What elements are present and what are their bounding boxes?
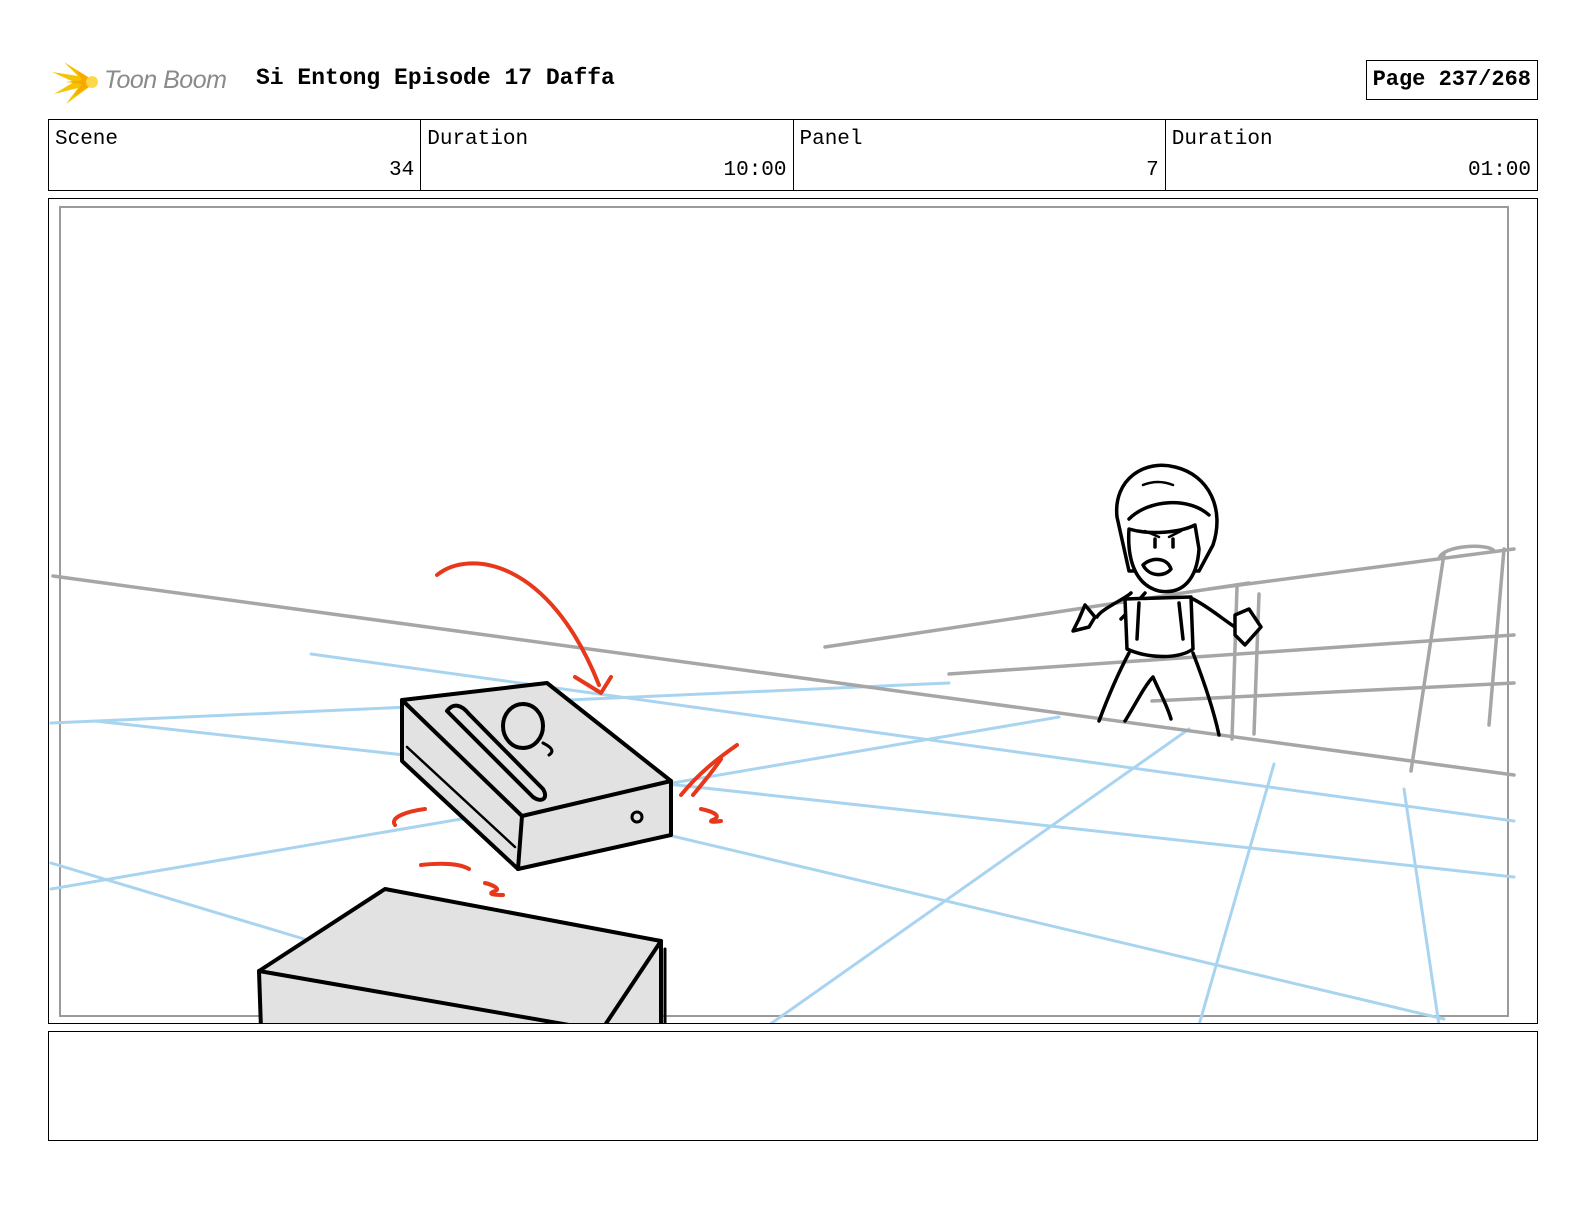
panel-value: 7 [1146, 159, 1159, 182]
toon-boom-logo: Toon Boom [50, 56, 240, 108]
panel-duration-cell: Duration 01:00 [1166, 120, 1537, 190]
scene-value: 34 [389, 159, 415, 182]
falling-box [400, 681, 673, 871]
panel-duration-value: 01:00 [1467, 159, 1531, 182]
panel-notes [48, 1031, 1538, 1141]
logo-text: Toon Boom [104, 66, 227, 94]
scene-cell: Scene 34 [49, 120, 422, 190]
scene-label: Scene [55, 128, 119, 151]
panel-cell: Panel 7 [794, 120, 1166, 190]
storyboard-header: Toon Boom Si Entong Episode 17 Daffa Pag… [50, 52, 1538, 108]
panel-duration-label: Duration [1171, 128, 1273, 151]
scene-duration-cell: Duration 10:00 [421, 120, 794, 190]
near-box [257, 887, 667, 1023]
scene-info-table: Scene 34 Duration 10:00 Panel 7 Duration… [48, 119, 1538, 191]
scene-duration-value: 10:00 [723, 159, 787, 182]
panel-label: Panel [799, 128, 863, 151]
project-title: Si Entong Episode 17 Daffa [256, 65, 615, 91]
scene-duration-label: Duration [427, 128, 529, 151]
panel-sketch [49, 463, 1516, 1023]
starburst-icon [52, 62, 98, 104]
page-number: Page 237/268 [1365, 60, 1538, 100]
storyboard-panel [48, 198, 1538, 1024]
